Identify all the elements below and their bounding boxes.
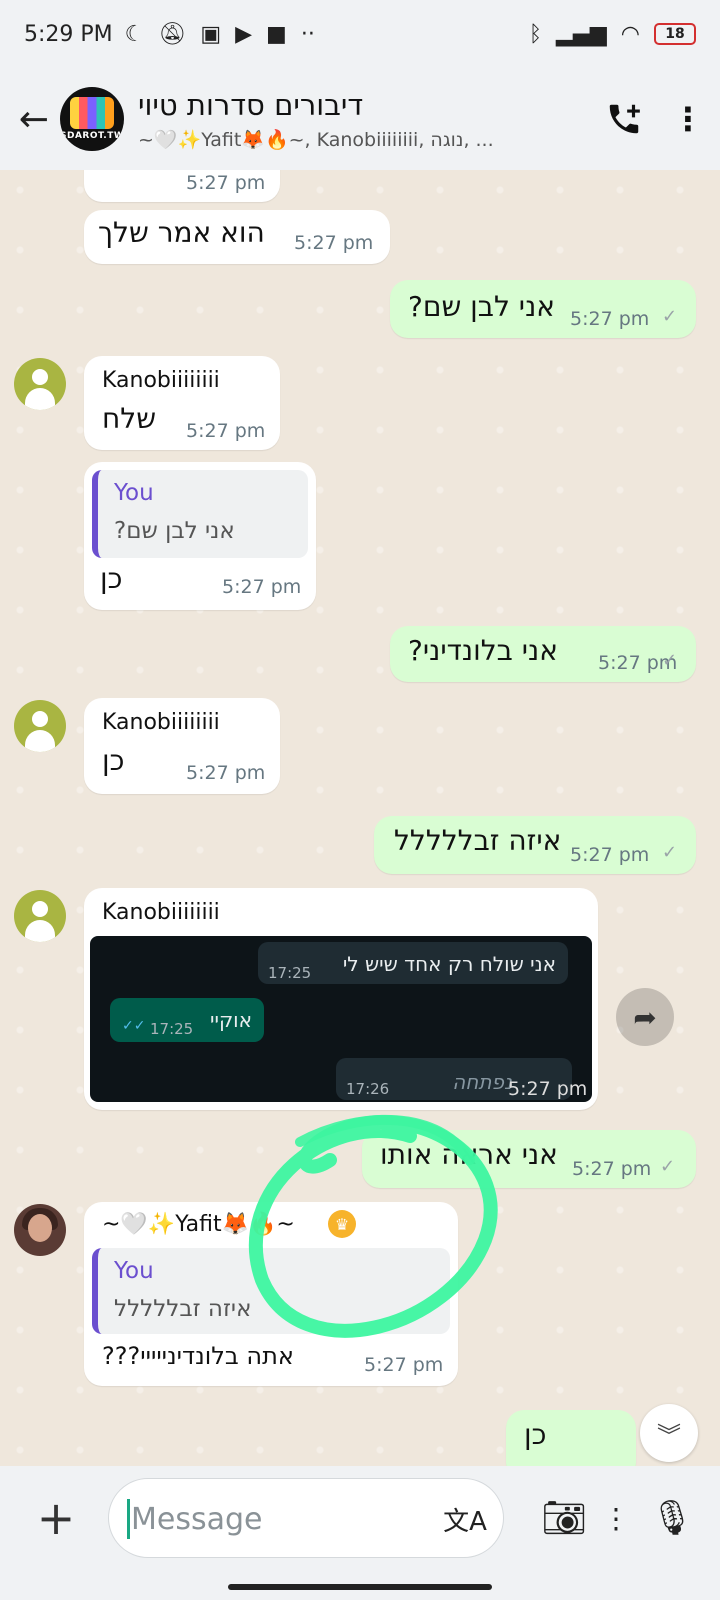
quoted-text: איזה זבללללל bbox=[114, 1296, 252, 1322]
message-input[interactable] bbox=[131, 1497, 421, 1541]
status-bar: 5:29 PM ☾ 🔕︎ ▣ ▶ ■ ·· ᛒ ▂▄▆ ◠ 18 bbox=[0, 0, 720, 68]
status-icons-right: ᛒ ▂▄▆ ◠ 18 bbox=[529, 22, 696, 47]
sent-tick-icon: ✓ bbox=[662, 306, 678, 327]
message-text: אתה בלונדינייייי??? bbox=[102, 1342, 294, 1370]
message-text: שלח bbox=[102, 402, 157, 435]
message-bubble-outgoing[interactable]: כן bbox=[506, 1410, 636, 1466]
quoted-sender: You bbox=[114, 1258, 154, 1284]
sender-name: Kanobiiiiiiii bbox=[102, 900, 220, 925]
status-time: 5:29 PM bbox=[24, 21, 113, 47]
sender-name: Kanobiiiiiiii bbox=[102, 710, 220, 735]
message-time: 5:27 pm bbox=[186, 172, 266, 194]
sent-tick-icon: ✓ bbox=[660, 1156, 676, 1177]
translate-icon[interactable]: 文A bbox=[441, 1497, 489, 1541]
message-text: כן bbox=[100, 562, 123, 595]
message-time: 5:27 pm bbox=[186, 420, 266, 442]
message-text: אני לבן שם? bbox=[408, 290, 555, 323]
screenshot-text: אוקיי bbox=[210, 1008, 252, 1032]
more-vertical-icon[interactable]: ⋮ bbox=[602, 1490, 630, 1546]
add-call-icon[interactable] bbox=[592, 87, 656, 151]
quoted-sender: You bbox=[114, 480, 154, 506]
message-text: הוא אמר שלך bbox=[98, 216, 265, 249]
message-time: 5:27 pm bbox=[186, 762, 266, 784]
bluetooth-icon: ᛒ bbox=[528, 21, 543, 47]
message-time: 5:27 pm bbox=[294, 232, 374, 254]
message-bubble-image[interactable]: Kanobiiiiiiii אני שולח רק אחד שיש לי 17:… bbox=[84, 888, 598, 1110]
group-info[interactable]: דיבורים סדרות טיוי ~🤍✨Yafit🦊🔥~, Kanobiii… bbox=[138, 88, 592, 151]
message-text: אני אראה אותו bbox=[380, 1138, 558, 1171]
text-caret bbox=[127, 1499, 130, 1539]
bell-off-icon: 🔕︎ bbox=[158, 21, 187, 47]
quoted-message[interactable]: You אני לבן שם? bbox=[92, 470, 308, 558]
avatar[interactable] bbox=[14, 890, 66, 942]
battery-icon: 18 bbox=[654, 23, 696, 45]
message-bubble[interactable]: הוא אמר שלך 5:27 pm bbox=[84, 210, 390, 264]
group-avatar[interactable]: SDAROT.TW bbox=[60, 87, 124, 151]
quoted-message[interactable]: You איזה זבללללל bbox=[92, 1248, 450, 1334]
message-time: 5:27 pm bbox=[572, 1158, 652, 1180]
avatar[interactable] bbox=[14, 1204, 66, 1256]
read-ticks-icon: ✓✓ bbox=[122, 1018, 146, 1034]
screenshot-text: אני שולח רק אחד שיש לי bbox=[342, 952, 556, 976]
group-members: ~🤍✨Yafit🦊🔥~, Kanobiiiiiiii, נוגה, ... bbox=[138, 128, 494, 151]
youtube-icon: ▶ bbox=[235, 21, 253, 47]
message-input-bar: + 文A 📷︎ ⋮ 🎙︎ bbox=[0, 1466, 720, 1600]
status-icons-left: ☾ 🔕︎ ▣ ▶ ■ ·· bbox=[125, 22, 315, 47]
message-bubble-outgoing[interactable]: אני לבן שם? 5:27 pm ✓ bbox=[390, 280, 696, 338]
chat-header: ← SDAROT.TW דיבורים סדרות טיוי ~🤍✨Yafit🦊… bbox=[0, 68, 720, 170]
forward-icon[interactable]: ➦ bbox=[616, 988, 674, 1046]
sender-name: Kanobiiiiiiii bbox=[102, 368, 220, 393]
message-bubble[interactable]: Kanobiiiiiiii שלח 5:27 pm bbox=[84, 356, 280, 450]
avatar[interactable] bbox=[14, 700, 66, 752]
sender-name: ~🤍✨Yafit🦊🔥~ bbox=[102, 1212, 295, 1237]
wifi-icon: ◠ bbox=[620, 21, 640, 47]
screenshot-time: 17:26 bbox=[346, 1080, 390, 1098]
quoted-text: אני לבן שם? bbox=[114, 518, 235, 544]
message-bubble-reply[interactable]: You אני לבן שם? כן 5:27 pm bbox=[84, 462, 316, 610]
tv-logo-icon bbox=[70, 97, 114, 129]
message-bubble-outgoing[interactable]: אני בלונדיני? 5:27 pm ✓ bbox=[390, 626, 696, 682]
home-indicator[interactable] bbox=[228, 1584, 492, 1590]
sent-tick-icon: ✓ bbox=[662, 650, 678, 671]
avatar-logo-text: SDAROT.TW bbox=[60, 131, 124, 141]
avatar[interactable] bbox=[14, 358, 66, 410]
more-options-icon[interactable]: ⋮ bbox=[656, 87, 720, 151]
screenshot-time: 17:25 bbox=[268, 964, 312, 982]
back-arrow-icon[interactable]: ← bbox=[6, 91, 62, 147]
message-bubble-partial[interactable]: 5:27 pm bbox=[84, 170, 280, 202]
moon-icon: ☾ bbox=[124, 21, 145, 47]
admin-crown-icon: ♛ bbox=[328, 1210, 356, 1238]
message-bubble-outgoing[interactable]: אני אראה אותו 5:27 pm ✓ bbox=[362, 1130, 696, 1188]
message-time: 5:27 pm bbox=[570, 308, 650, 330]
message-time: 5:27 pm bbox=[508, 1078, 588, 1100]
shopping-bag-icon: ▣ bbox=[200, 21, 222, 47]
message-field-container[interactable]: 文A bbox=[108, 1478, 504, 1558]
chat-area[interactable]: 5:27 pm הוא אמר שלך 5:27 pm אני לבן שם? … bbox=[0, 170, 720, 1466]
message-text: כן bbox=[102, 744, 125, 777]
message-bubble[interactable]: Kanobiiiiiiii כן 5:27 pm bbox=[84, 698, 280, 794]
screenshot-incoming-bubble: אני שולח רק אחד שיש לי 17:25 bbox=[258, 942, 568, 984]
message-time: 5:27 pm bbox=[570, 844, 650, 866]
signal-icon: ▂▄▆ bbox=[556, 21, 607, 47]
screenshot-text: נפתחה bbox=[452, 1070, 512, 1094]
microphone-icon[interactable]: 🎙︎ bbox=[644, 1490, 700, 1546]
screenshot-outgoing-bubble: אוקיי 17:25 ✓✓ bbox=[110, 998, 264, 1042]
camera-icon[interactable]: 📷︎ bbox=[536, 1490, 592, 1546]
scroll-down-icon[interactable]: ︾ bbox=[640, 1404, 698, 1462]
group-title: דיבורים סדרות טיוי bbox=[138, 87, 364, 122]
notification-icon: ■ bbox=[266, 21, 287, 47]
message-bubble-outgoing[interactable]: איזה זבללללל 5:27 pm ✓ bbox=[374, 816, 696, 874]
message-text: איזה זבללללל bbox=[394, 824, 562, 857]
message-text: אני בלונדיני? bbox=[408, 634, 558, 667]
sent-tick-icon: ✓ bbox=[662, 842, 678, 863]
message-time: 5:27 pm bbox=[364, 1354, 444, 1376]
message-bubble-reply[interactable]: ~🤍✨Yafit🦊🔥~ ♛ You איזה זבללללל אתה בלונד… bbox=[84, 1202, 458, 1386]
message-text: כן bbox=[524, 1418, 547, 1451]
message-time: 5:27 pm bbox=[222, 576, 302, 598]
screenshot-time: 17:25 bbox=[150, 1020, 194, 1038]
plus-icon[interactable]: + bbox=[30, 1491, 82, 1545]
more-notifications-icon: ·· bbox=[300, 21, 315, 47]
